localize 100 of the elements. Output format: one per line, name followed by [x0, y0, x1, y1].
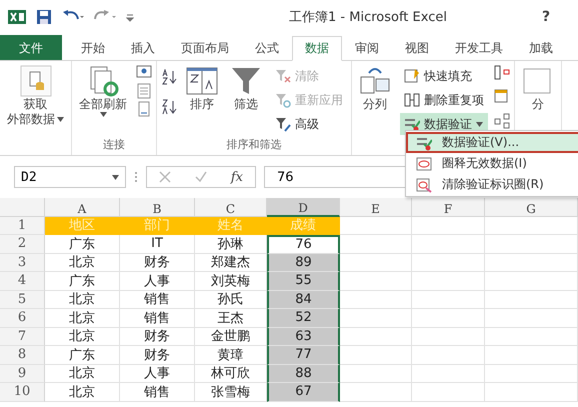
table-cell: 77: [267, 346, 340, 364]
edit-links-icon: [136, 101, 152, 117]
table-cell: 北京: [45, 309, 120, 328]
table-cell: 67: [267, 383, 340, 402]
table-cell: 北京: [45, 290, 120, 309]
column-header[interactable]: B: [120, 198, 195, 216]
row-header[interactable]: 8: [0, 346, 45, 364]
ribbon-button[interactable]: 删除重复项: [400, 89, 488, 111]
row-header[interactable]: 6: [0, 309, 45, 328]
caret-icon: [100, 112, 106, 117]
ribbon-button[interactable]: 排序: [183, 65, 221, 137]
column-header[interactable]: D: [267, 198, 340, 216]
table-cell: 52: [267, 309, 340, 328]
window-title: 工作簿1 - Microsoft Excel: [288, 9, 448, 26]
ribbon-button[interactable]: 快速填充: [400, 65, 488, 87]
header-cell: 地区: [45, 216, 120, 235]
database-icon: [20, 65, 52, 97]
table-cell: 财务: [120, 346, 195, 364]
table-cell: 郑建杰: [195, 254, 267, 272]
table-cell: 林可欣: [195, 364, 267, 383]
help-button[interactable]: ?: [542, 9, 570, 25]
ribbon-button[interactable]: 筛选: [227, 65, 265, 137]
menu-item[interactable]: 圈释无效数据(I): [406, 153, 578, 174]
table-cell: 孙琳: [195, 235, 267, 254]
sort-ascending-icon: [161, 69, 177, 85]
header-cell: 成绩: [267, 216, 340, 235]
ribbon-button[interactable]: 全部刷新: [76, 65, 130, 137]
flash-fill-icon: [404, 68, 420, 84]
row-header[interactable]: 5: [0, 290, 45, 309]
sort-icon: [186, 65, 218, 97]
table-cell: 89: [267, 254, 340, 272]
enter-icon: [194, 171, 207, 183]
table-cell: 北京: [45, 328, 120, 346]
column-header[interactable]: F: [412, 198, 485, 216]
more-icon: [134, 170, 138, 184]
sort-descending-icon: [161, 99, 177, 115]
table-cell: 广东: [45, 272, 120, 290]
table-cell: 广东: [45, 346, 120, 364]
header-cell: 部门: [120, 216, 195, 235]
group-label: 排序和筛选: [226, 137, 282, 153]
table-cell: 孙氏: [195, 290, 267, 309]
group-label: 连接: [102, 137, 126, 153]
row-header[interactable]: 2: [0, 235, 45, 254]
column-header[interactable]: A: [45, 198, 120, 216]
clear-filter-icon: [275, 68, 291, 84]
table-cell: 销售: [120, 290, 195, 309]
ribbon-tab[interactable]: 数据: [292, 36, 342, 61]
table-cell: 北京: [45, 364, 120, 383]
table-cell: 北京: [45, 254, 120, 272]
table-cell: 财务: [120, 254, 195, 272]
table-cell: 63: [267, 328, 340, 346]
table-cell: 财务: [120, 328, 195, 346]
column-header[interactable]: G: [485, 198, 578, 216]
data-validation-icon: [404, 116, 420, 132]
row-header[interactable]: 3: [0, 254, 45, 272]
row-header[interactable]: 1: [0, 216, 45, 235]
name-box[interactable]: D2: [14, 166, 126, 188]
clear-circles-icon: [416, 176, 432, 192]
file-tab[interactable]: 文件: [0, 35, 62, 60]
table-cell: 广东: [45, 235, 120, 254]
table-cell: 销售: [120, 309, 195, 328]
column-header[interactable]: C: [195, 198, 267, 216]
circle-invalid-icon: [416, 156, 432, 172]
cancel-icon: [158, 171, 171, 183]
advanced-filter-icon: [275, 116, 291, 132]
header-cell: 姓名: [195, 216, 267, 235]
menu-item[interactable]: 数据验证(V)...: [406, 132, 578, 153]
caret-icon: [57, 117, 64, 122]
table-cell: 黄璋: [195, 346, 267, 364]
insert-function-button[interactable]: fx: [230, 170, 243, 184]
table-cell: 人事: [120, 364, 195, 383]
table-cell: 84: [267, 290, 340, 309]
table-cell: 王杰: [195, 309, 267, 328]
table-cell: 张雪梅: [195, 383, 267, 402]
row-header[interactable]: 7: [0, 328, 45, 346]
table-cell: 北京: [45, 383, 120, 402]
row-header[interactable]: 10: [0, 383, 45, 402]
table-cell: 88: [267, 364, 340, 383]
excel-logo-icon: [8, 9, 26, 25]
filter-icon: [230, 65, 262, 97]
table-cell: 金世鹏: [195, 328, 267, 346]
ribbon-button[interactable]: 分列: [356, 65, 394, 137]
save-icon: [36, 9, 52, 25]
row-header[interactable]: 9: [0, 364, 45, 383]
properties-icon: [136, 83, 152, 99]
ribbon-button[interactable]: 高级: [271, 113, 347, 135]
row-header[interactable]: 4: [0, 272, 45, 290]
table-cell: 人事: [120, 272, 195, 290]
table-cell: 55: [267, 272, 340, 290]
menu-item[interactable]: 清除验证标识圈(R): [406, 174, 578, 195]
caret-icon: [112, 174, 119, 180]
table-cell: 76: [267, 235, 340, 254]
table-cell: 刘英梅: [195, 272, 267, 290]
select-all-corner[interactable]: [0, 198, 45, 216]
table-cell: 销售: [120, 383, 195, 402]
ribbon-button[interactable]: 获取 外部数据: [4, 65, 67, 137]
table-cell: IT: [120, 235, 195, 254]
reapply-filter-icon: [275, 92, 291, 108]
caret-icon: [476, 122, 483, 126]
column-header[interactable]: E: [340, 198, 412, 216]
